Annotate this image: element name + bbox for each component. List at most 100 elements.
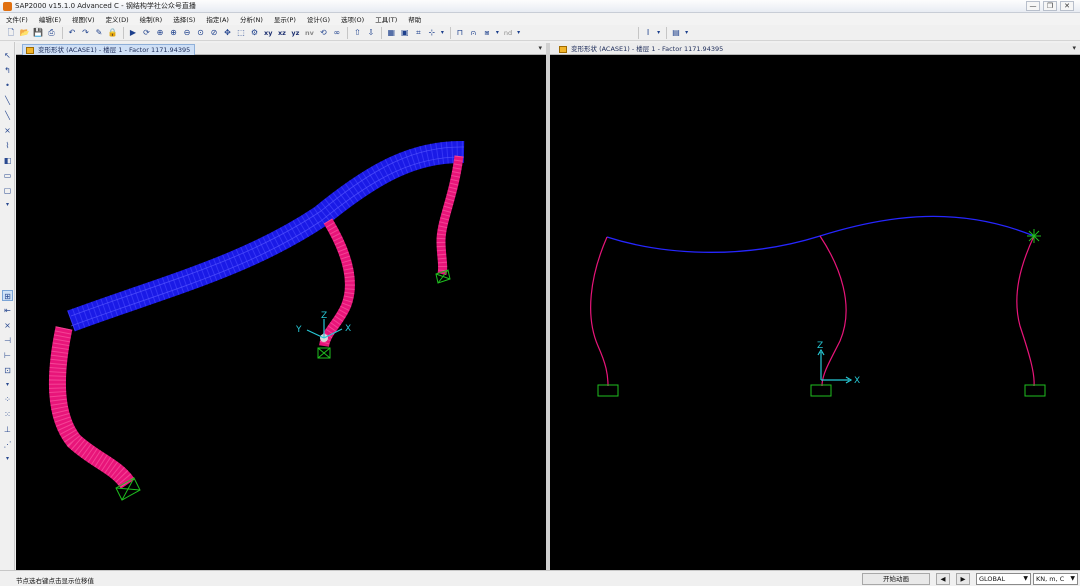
menu-design[interactable]: 设计(G) <box>301 14 335 24</box>
save-icon[interactable]: 💾 <box>32 27 44 39</box>
glasses-icon[interactable]: ∞ <box>331 27 343 39</box>
section-i-icon[interactable]: I <box>642 27 654 39</box>
menu-file[interactable]: 文件(F) <box>0 14 33 24</box>
dropdown-arrow-icon[interactable]: ▾ <box>494 27 500 39</box>
view-nv-button[interactable]: nv <box>303 27 316 39</box>
snap-ends-icon[interactable]: ⁙ <box>2 409 13 420</box>
draw-point-icon[interactable]: • <box>2 80 13 91</box>
dropdown-arrow-icon[interactable]: ▾ <box>2 453 13 464</box>
viewport-2d-tab[interactable]: 变形形状 (ACASE1) - 楼层 1 - Factor 1171.94395 <box>556 44 727 55</box>
quick-draw-frame-icon[interactable]: ╲ <box>2 110 13 121</box>
close-button[interactable]: ✕ <box>1060 1 1074 11</box>
draw-frame-icon[interactable]: ╲ <box>2 95 13 106</box>
dropdown-arrow-icon[interactable]: ▾ <box>684 27 690 39</box>
units-select[interactable]: KN, m, C ▼ <box>1033 573 1078 585</box>
menu-tools[interactable]: 工具(T) <box>369 14 402 24</box>
menu-bar: 文件(F) 编辑(E) 视图(V) 定义(D) 绘制(R) 选择(S) 指定(A… <box>0 13 1080 25</box>
reshape-icon[interactable]: ↰ <box>2 65 13 76</box>
column-left-2d <box>590 236 609 387</box>
clear-selection-icon[interactable]: ⨯ <box>2 320 13 331</box>
minimize-button[interactable]: — <box>1026 1 1040 11</box>
menu-assign[interactable]: 指定(A) <box>200 14 234 24</box>
dropdown-arrow-icon[interactable]: ▾ <box>516 27 522 39</box>
menu-options[interactable]: 选项(O) <box>335 14 369 24</box>
move-up-icon[interactable]: ⇧ <box>351 27 363 39</box>
snap-points-icon[interactable]: ⁘ <box>2 394 13 405</box>
nd-button[interactable]: nd <box>502 27 514 39</box>
dropdown-arrow-icon[interactable]: ▾ <box>439 27 445 39</box>
menu-view[interactable]: 视图(V) <box>66 14 100 24</box>
menu-display[interactable]: 显示(P) <box>268 14 301 24</box>
perspective-icon[interactable]: ⚙ <box>249 27 261 39</box>
run-analysis-icon[interactable]: ▶ <box>127 27 139 39</box>
draw-cable-icon[interactable]: ⌇ <box>2 140 13 151</box>
draw-brace-icon[interactable]: ⨯ <box>2 125 13 136</box>
viewport-2d[interactable]: 变形形状 (ACASE1) - 楼层 1 - Factor 1171.94395… <box>550 43 1080 570</box>
previous-step-button[interactable]: ◀ <box>936 573 950 585</box>
rotate-3d-icon[interactable]: ⟲ <box>317 27 329 39</box>
coordinate-system-select[interactable]: GLOBAL ▼ <box>976 573 1031 585</box>
menu-define[interactable]: 定义(D) <box>100 14 134 24</box>
pointer-icon[interactable]: ↖ <box>2 50 13 61</box>
viewport-2d-dropdown-icon[interactable]: ▾ <box>1072 44 1076 52</box>
dropdown-arrow-icon[interactable]: ▾ <box>656 27 662 39</box>
dropdown-arrow-icon[interactable]: ▾ <box>2 199 13 210</box>
menu-help[interactable]: 帮助 <box>402 14 426 24</box>
deformed-shape-icon[interactable]: ⩎ <box>481 27 493 39</box>
new-file-icon[interactable]: 🗋 <box>5 27 17 39</box>
zoom-out-icon[interactable]: ⊖ <box>181 27 193 39</box>
chevron-down-icon: ▼ <box>1070 575 1075 582</box>
menu-select[interactable]: 选择(S) <box>167 14 200 24</box>
view-yz-button[interactable]: yz <box>289 27 301 39</box>
fixed-support-middle-2d <box>810 384 832 397</box>
frame-icon[interactable]: ⊓ <box>454 27 466 39</box>
view-xy-button[interactable]: xy <box>262 27 274 39</box>
snap-perpendicular-icon[interactable]: ⊥ <box>2 424 13 435</box>
set-display-options-icon[interactable]: ⊹ <box>426 27 438 39</box>
viewport-3d[interactable]: 变形形状 (ACASE1) - 楼层 1 - Factor 1171.94395… <box>16 43 546 570</box>
draw-area-icon[interactable]: ◧ <box>2 155 13 166</box>
display-options-icon[interactable]: ▣ <box>399 27 411 39</box>
portal-frame-icon[interactable]: ⩀ <box>467 27 479 39</box>
viewport-3d-canvas[interactable]: Z Y X <box>16 56 546 570</box>
draw-rect-area-icon[interactable]: ▭ <box>2 170 13 181</box>
maximize-button[interactable]: ❐ <box>1043 1 1057 11</box>
zoom-in-icon[interactable]: ⊕ <box>168 27 180 39</box>
3d-view-icon[interactable]: ⬚ <box>235 27 247 39</box>
viewport-3d-tab[interactable]: 变形形状 (ACASE1) - 楼层 1 - Factor 1171.94395 <box>22 44 196 55</box>
menu-edit[interactable]: 编辑(E) <box>33 14 66 24</box>
select-all-icon[interactable]: ⊢ <box>2 350 13 361</box>
pan-icon[interactable]: ✥ <box>222 27 234 39</box>
get-previous-icon[interactable]: ⇤ <box>2 305 13 316</box>
move-down-icon[interactable]: ⇩ <box>365 27 377 39</box>
intersecting-line-icon[interactable]: ⊣ <box>2 335 13 346</box>
refresh-icon[interactable]: ⟳ <box>141 27 153 39</box>
start-animation-button[interactable]: 开始动画 <box>862 573 930 585</box>
open-file-icon[interactable]: 📂 <box>19 27 31 39</box>
menu-draw[interactable]: 绘制(R) <box>134 14 168 24</box>
lock-icon[interactable]: 🔒 <box>107 27 119 39</box>
object-shrink-icon[interactable]: ▦ <box>385 27 397 39</box>
select-all-icon[interactable]: ⊞ <box>2 290 13 301</box>
snap-lines-icon[interactable]: ⋰ <box>2 439 13 450</box>
zoom-previous-icon[interactable]: ⊘ <box>208 27 220 39</box>
viewport-2d-canvas[interactable]: Z X <box>550 56 1080 570</box>
redo-icon[interactable]: ↷ <box>80 27 92 39</box>
zoom-full-icon[interactable]: ⊙ <box>195 27 207 39</box>
design-icon[interactable]: ▤ <box>670 27 682 39</box>
viewport-3d-dropdown-icon[interactable]: ▾ <box>538 44 542 52</box>
menu-analyze[interactable]: 分析(N) <box>234 14 268 24</box>
quick-draw-area-icon[interactable]: ▢ <box>2 185 13 196</box>
pencil-icon[interactable]: ✎ <box>93 27 105 39</box>
print-icon[interactable]: ⎙ <box>46 27 58 39</box>
view-xz-button[interactable]: xz <box>276 27 288 39</box>
fixed-support-middle <box>317 347 331 359</box>
window-title: SAP2000 v15.1.0 Advanced C - 钢结构学社公众号直播 <box>15 2 196 10</box>
next-step-button[interactable]: ▶ <box>956 573 970 585</box>
selected-joint-marker[interactable] <box>1027 229 1041 243</box>
zoom-window-icon[interactable]: ⊕ <box>154 27 166 39</box>
snap-icon[interactable]: ⊡ <box>2 365 13 376</box>
undo-icon[interactable]: ↶ <box>66 27 78 39</box>
show-undeformed-icon[interactable]: ⌗ <box>412 27 424 39</box>
dropdown-arrow-icon[interactable]: ▾ <box>2 379 13 390</box>
